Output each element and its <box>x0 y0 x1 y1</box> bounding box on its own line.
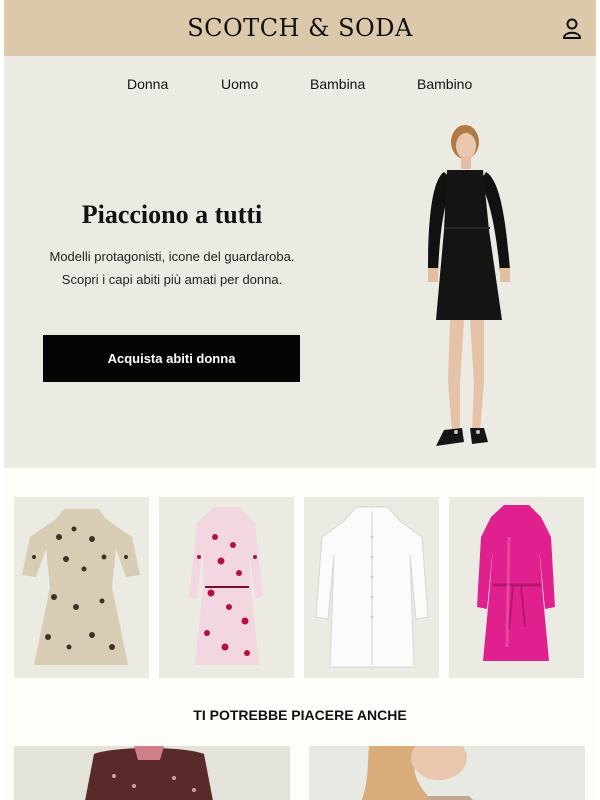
white-shirt-dress-image <box>315 506 429 668</box>
model-black-dress-image[interactable] <box>414 120 544 455</box>
hero-title: Piacciono a tutti <box>81 200 263 229</box>
hero-text: Modelli protagonisti, icone del guardaro… <box>49 249 295 287</box>
brand-logo[interactable]: SCOTCH & SODA <box>4 14 596 42</box>
recommendations-title: TI POTREBBE PIACERE ANCHE <box>193 707 407 723</box>
pink-print-dress-image <box>189 507 263 665</box>
email-frame: SCOTCH & SODA Donna Uomo Bambina Bambino… <box>4 0 596 800</box>
product-tile[interactable] <box>159 497 294 678</box>
product-tile[interactable] <box>14 497 149 678</box>
nav-item-bambina[interactable]: Bambina <box>310 76 365 92</box>
nav-item-uomo[interactable]: Uomo <box>221 76 258 92</box>
hero-banner: Piacciono a tutti Modelli protagonisti, … <box>4 108 596 468</box>
header: SCOTCH & SODA <box>4 0 596 56</box>
user-icon[interactable] <box>562 17 582 39</box>
recommendation-card[interactable] <box>14 746 290 800</box>
nav-item-bambino[interactable]: Bambino <box>417 76 472 92</box>
category-nav: Donna Uomo Bambina Bambino <box>4 56 596 108</box>
shop-dresses-button[interactable]: Acquista abiti donna <box>43 335 300 382</box>
fuchsia-satin-dress-image <box>477 505 555 661</box>
nav-item-donna[interactable]: Donna <box>127 76 168 92</box>
model-portrait-image <box>361 746 473 800</box>
model-patterned-blouse-image <box>85 746 213 800</box>
product-tile[interactable] <box>304 497 439 678</box>
product-tile[interactable] <box>449 497 584 678</box>
recommendation-card[interactable] <box>309 746 585 800</box>
product-grid <box>4 468 596 698</box>
leopard-print-dress-image <box>22 509 140 665</box>
